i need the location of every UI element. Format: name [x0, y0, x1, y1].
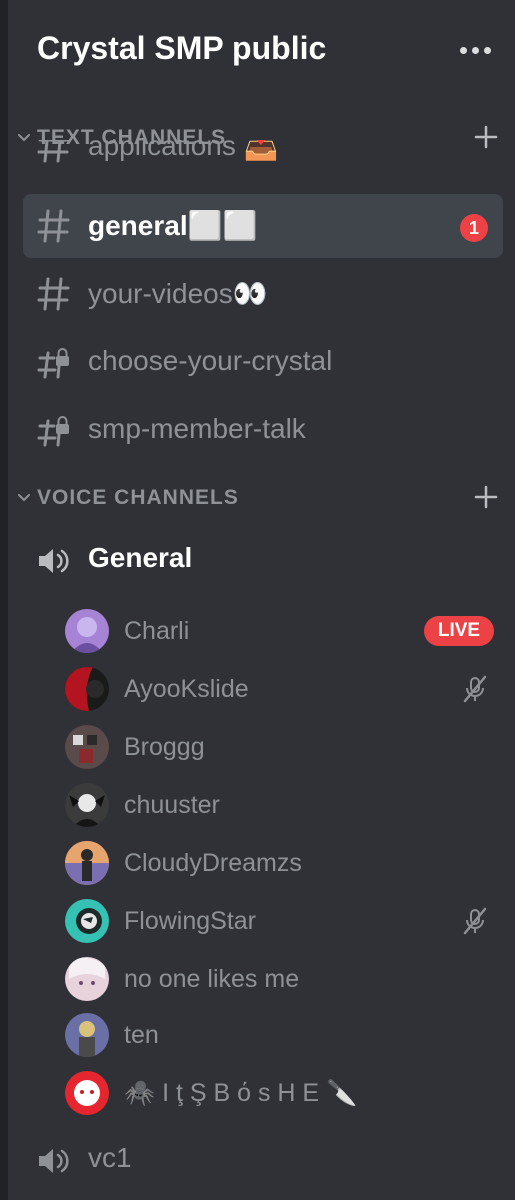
avatar [65, 899, 109, 943]
voice-user-no-one-likes-me[interactable]: no one likes me [64, 954, 504, 1006]
user-name: ten [124, 1021, 159, 1049]
channel-your-videos[interactable]: your-videos👀 [23, 262, 503, 326]
voice-user-flowingstar[interactable]: FlowingStar [64, 896, 504, 948]
avatar [65, 1071, 109, 1115]
speaker-icon [39, 1149, 69, 1173]
more-options-icon[interactable] [457, 36, 495, 64]
server-rail-edge [0, 0, 8, 1200]
channel-name: vc1 [88, 1142, 132, 1173]
voice-user-cloudydreamzs[interactable]: CloudyDreamzs [64, 838, 504, 890]
voice-user-chuuster[interactable]: chuuster [64, 780, 504, 832]
voice-channel-general[interactable]: General [23, 532, 503, 588]
channel-applications[interactable]: applications 📥 [23, 140, 503, 178]
user-name: no one likes me [124, 965, 300, 993]
voice-user-charli[interactable]: Charli LIVE [64, 606, 504, 658]
hash-icon [37, 209, 70, 243]
channel-name: your-videos👀 [88, 278, 268, 309]
locked-hash-icon [37, 348, 69, 379]
category-voice-channels[interactable]: VOICE CHANNELS [8, 480, 515, 516]
mic-muted-icon [463, 907, 487, 935]
voice-user-ayookslide[interactable]: AyooKslide [64, 664, 504, 716]
avatar [65, 609, 109, 653]
channel-choose-your-crystal[interactable]: choose-your-crystal [23, 330, 503, 394]
avatar [65, 957, 109, 1001]
channel-name: General [88, 542, 193, 573]
channel-sidebar: Crystal SMP public TEXT CHANNELS applica… [8, 0, 515, 1200]
avatar [65, 841, 109, 885]
avatar [65, 783, 109, 827]
channel-name: applications 📥 [88, 140, 279, 161]
live-badge: LIVE [424, 616, 494, 646]
server-name[interactable]: Crystal SMP public [37, 30, 326, 67]
category-label: VOICE CHANNELS [37, 486, 239, 509]
hash-icon [37, 140, 70, 163]
user-name: Charli [124, 617, 190, 645]
user-name: 🕷️ I ţ Ş B ό s H E 🔪 [124, 1079, 358, 1107]
mic-muted-icon [463, 675, 487, 703]
channel-name: choose-your-crystal [88, 345, 333, 376]
channel-name: general⬜⬜ [88, 210, 258, 241]
avatar [65, 667, 109, 711]
user-name: Broggg [124, 733, 205, 761]
chevron-down-icon [18, 494, 30, 502]
mention-badge: 1 [460, 214, 488, 242]
user-name: CloudyDreamzs [124, 849, 302, 877]
hash-icon [37, 277, 70, 311]
user-name: chuuster [124, 791, 220, 819]
channel-general[interactable]: general⬜⬜ 1 [23, 194, 503, 258]
avatar [65, 1013, 109, 1057]
voice-channel-vc1[interactable]: vc1 [23, 1132, 503, 1188]
user-name: FlowingStar [124, 907, 256, 935]
add-channel-icon[interactable] [473, 484, 499, 510]
avatar [65, 725, 109, 769]
locked-hash-icon [37, 416, 69, 447]
voice-user-itsboshe[interactable]: 🕷️ I ţ Ş B ό s H E 🔪 [64, 1068, 504, 1120]
voice-user-broggg[interactable]: Broggg [64, 722, 504, 774]
user-name: AyooKslide [124, 675, 249, 703]
channel-smp-member-talk[interactable]: smp-member-talk [23, 398, 503, 462]
server-header[interactable]: Crystal SMP public [8, 0, 515, 108]
channel-name: smp-member-talk [88, 413, 306, 444]
voice-user-ten[interactable]: ten [64, 1010, 504, 1062]
speaker-icon [39, 549, 69, 573]
